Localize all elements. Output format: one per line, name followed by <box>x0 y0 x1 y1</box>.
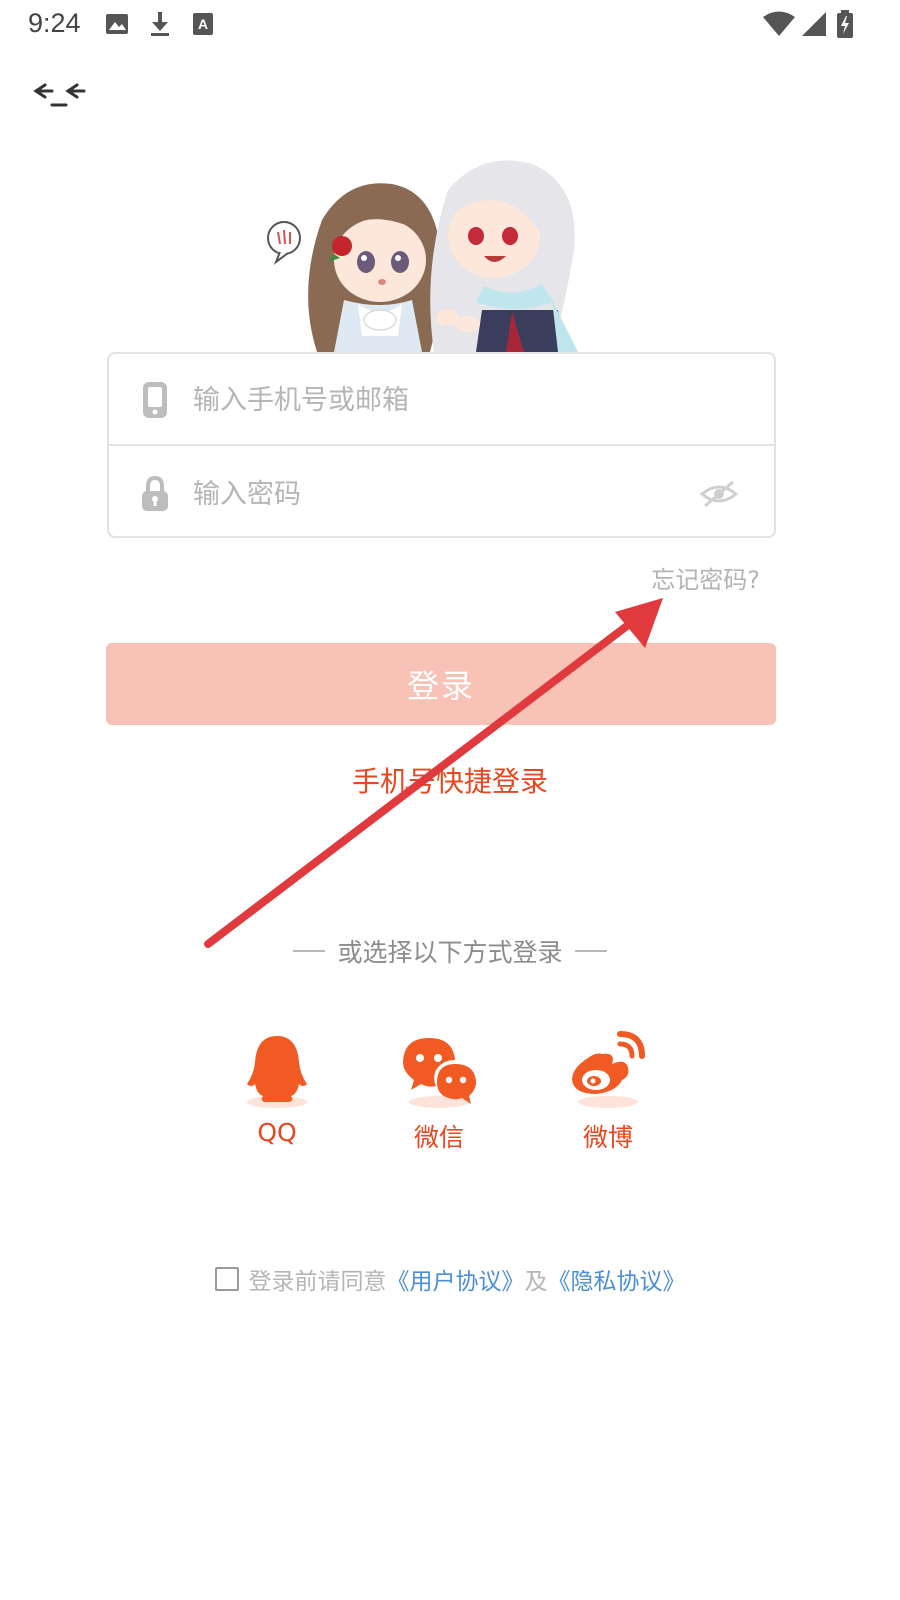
battery-charging-icon <box>837 10 853 38</box>
alt-login-divider: 或选择以下方式登录 <box>0 933 900 969</box>
wechat-icon <box>403 1038 476 1108</box>
signal-icon <box>802 12 826 36</box>
back-icon <box>33 83 86 107</box>
weibo-login-button[interactable]: 微博 <box>543 1030 673 1160</box>
hero-illustration <box>267 160 578 352</box>
status-time: 9:24 <box>28 8 81 38</box>
eye-off-icon[interactable] <box>699 478 739 510</box>
quick-login-link[interactable]: 手机号快捷登录 <box>0 760 900 800</box>
wechat-label: 微信 <box>413 1123 464 1152</box>
password-input[interactable] <box>193 470 673 518</box>
agreement-row: 登录前请同意 《用户协议》 及 《隐私协议》 <box>0 1262 900 1296</box>
weibo-label: 微博 <box>582 1123 633 1152</box>
status-bar: 9:24 A <box>0 0 900 48</box>
user-agreement-link[interactable]: 《用户协议》 <box>387 1262 525 1296</box>
qq-icon <box>247 1036 307 1108</box>
download-icon <box>151 12 169 36</box>
phone-icon <box>143 382 167 418</box>
wifi-icon <box>763 11 795 36</box>
account-row <box>109 354 774 446</box>
agreement-checkbox[interactable] <box>214 1267 239 1291</box>
divider-text: 或选择以下方式登录 <box>337 938 563 967</box>
divider-line-right <box>574 950 607 952</box>
login-form <box>107 352 776 538</box>
image-icon <box>106 14 128 34</box>
privacy-agreement-link[interactable]: 《隐私协议》 <box>548 1262 686 1296</box>
qq-login-button[interactable]: QQ <box>212 1030 342 1160</box>
agreement-conjunction: 及 <box>524 1269 548 1295</box>
forgot-password-link[interactable]: 忘记密码? <box>600 560 760 595</box>
font-icon: A <box>193 13 213 35</box>
lock-icon <box>142 475 168 511</box>
agreement-prefix: 登录前请同意 <box>248 1269 387 1295</box>
qq-label: QQ <box>257 1118 297 1147</box>
login-button[interactable]: 登录 <box>106 643 776 725</box>
svg-text:A: A <box>198 16 208 32</box>
wechat-login-button[interactable]: 微信 <box>374 1030 504 1160</box>
divider-line-left <box>293 950 326 952</box>
password-row <box>109 448 774 540</box>
back-button[interactable] <box>28 72 88 112</box>
weibo-icon <box>572 1031 645 1108</box>
account-input[interactable] <box>193 376 673 424</box>
